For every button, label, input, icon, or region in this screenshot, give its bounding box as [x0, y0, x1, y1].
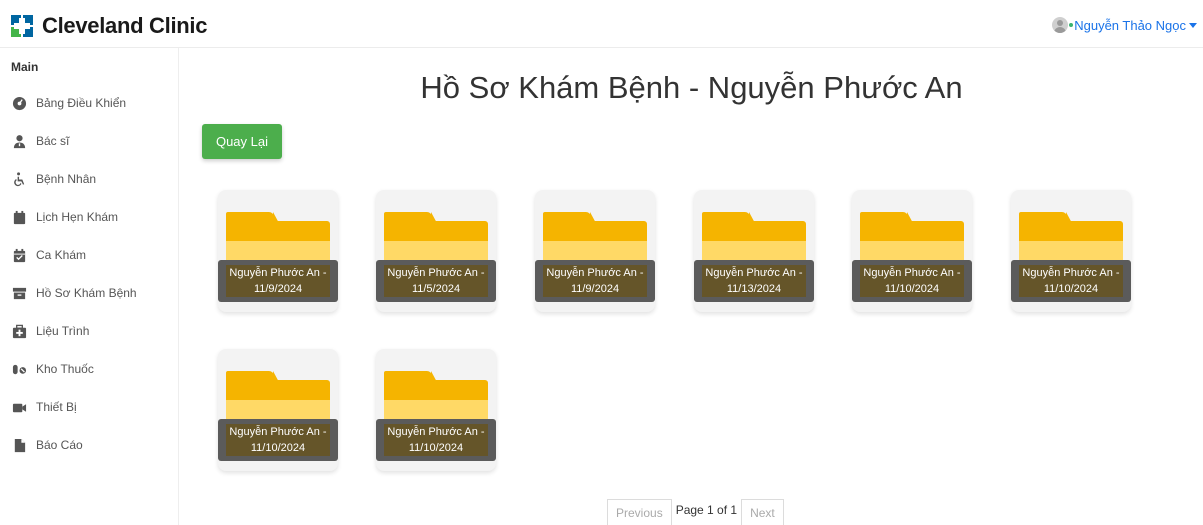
sidebar-item-patients[interactable]: Bệnh Nhân	[11, 169, 96, 189]
file-icon	[11, 437, 27, 453]
user-name: Nguyễn Thảo Ngọc	[1074, 17, 1186, 33]
sidebar-item-pharmacy[interactable]: Kho Thuốc	[11, 359, 94, 379]
avatar-icon	[1052, 17, 1069, 33]
dashboard-icon	[11, 95, 27, 111]
caret-down-icon	[1189, 22, 1197, 28]
brand-name: Cleveland Clinic	[42, 13, 208, 38]
record-label: Nguyễn Phước An -11/9/2024	[535, 260, 655, 302]
sidebar-item-reports[interactable]: Báo Cáo	[11, 435, 83, 455]
cleveland-clinic-logo-icon	[11, 15, 33, 37]
sidebar-item-label: Ca Khám	[36, 248, 87, 262]
medical-kit-icon	[11, 323, 27, 339]
sidebar-item-appointments[interactable]: Lịch Hẹn Khám	[11, 207, 118, 227]
record-label: Nguyễn Phước An -11/5/2024	[376, 260, 496, 302]
record-folder-card[interactable]: Nguyễn Phước An -11/10/2024	[1011, 190, 1131, 312]
record-folder-card[interactable]: Nguyễn Phước An -11/10/2024	[218, 349, 338, 471]
top-bar: Cleveland Clinic Nguyễn Thảo Ngọc	[0, 0, 1203, 48]
record-label: Nguyễn Phước An -11/13/2024	[694, 260, 814, 302]
sidebar: Main Bảng Điều Khiển Bác sĩ Bệnh Nhân Lị…	[0, 48, 179, 525]
record-folder-card[interactable]: Nguyễn Phước An -11/10/2024	[376, 349, 496, 471]
record-folder-card[interactable]: Nguyễn Phước An -11/10/2024	[852, 190, 972, 312]
sidebar-item-label: Thiết Bị	[36, 400, 77, 414]
sidebar-item-shifts[interactable]: Ca Khám	[11, 245, 86, 265]
user-menu[interactable]: Nguyễn Thảo Ngọc	[1052, 17, 1197, 33]
wheelchair-icon	[11, 171, 27, 187]
record-label: Nguyễn Phước An -11/10/2024	[1011, 260, 1131, 302]
sidebar-item-label: Bảng Điều Khiển	[36, 96, 127, 110]
record-folder-card[interactable]: Nguyễn Phước An -11/9/2024	[218, 190, 338, 312]
sidebar-item-label: Kho Thuốc	[36, 362, 94, 376]
sidebar-item-equipment[interactable]: Thiết Bị	[11, 397, 77, 417]
archive-icon	[11, 285, 27, 301]
sidebar-item-treatments[interactable]: Liệu Trình	[11, 321, 89, 341]
sidebar-item-label: Liệu Trình	[36, 324, 90, 338]
sidebar-item-label: Bác sĩ	[36, 134, 70, 148]
record-folder-card[interactable]: Nguyễn Phước An -11/9/2024	[535, 190, 655, 312]
record-label: Nguyễn Phước An -11/10/2024	[218, 419, 338, 461]
sidebar-heading: Main	[11, 60, 39, 74]
record-folder-card[interactable]: Nguyễn Phước An -11/5/2024	[376, 190, 496, 312]
record-label: Nguyễn Phước An -11/10/2024	[376, 419, 496, 461]
sidebar-item-label: Báo Cáo	[36, 438, 83, 452]
brand-logo[interactable]: Cleveland Clinic	[11, 13, 207, 39]
video-camera-icon	[11, 399, 27, 415]
calendar-check-icon	[11, 247, 27, 263]
next-page-button[interactable]: Next	[741, 499, 784, 525]
sidebar-item-label: Lịch Hẹn Khám	[36, 210, 119, 224]
record-folder-card[interactable]: Nguyễn Phước An -11/13/2024	[694, 190, 814, 312]
sidebar-item-label: Hồ Sơ Khám Bệnh	[36, 286, 137, 300]
sidebar-item-doctors[interactable]: Bác sĩ	[11, 131, 69, 151]
previous-page-button[interactable]: Previous	[607, 499, 672, 525]
pagination: Previous Page 1 of 1 Next	[607, 499, 784, 525]
page-indicator: Page 1 of 1	[675, 503, 738, 517]
back-button[interactable]: Quay Lại	[202, 124, 282, 159]
record-label: Nguyễn Phước An -11/9/2024	[218, 260, 338, 302]
sidebar-item-medical-records[interactable]: Hồ Sơ Khám Bệnh	[11, 283, 137, 303]
page-title: Hồ Sơ Khám Bệnh - Nguyễn Phước An	[420, 70, 963, 105]
doctor-icon	[11, 133, 27, 149]
sidebar-item-label: Bệnh Nhân	[36, 172, 97, 186]
calendar-icon	[11, 209, 27, 225]
pills-icon	[11, 361, 27, 377]
sidebar-item-dashboard[interactable]: Bảng Điều Khiển	[11, 93, 126, 113]
record-label: Nguyễn Phước An -11/10/2024	[852, 260, 972, 302]
online-status-icon	[1069, 23, 1074, 27]
